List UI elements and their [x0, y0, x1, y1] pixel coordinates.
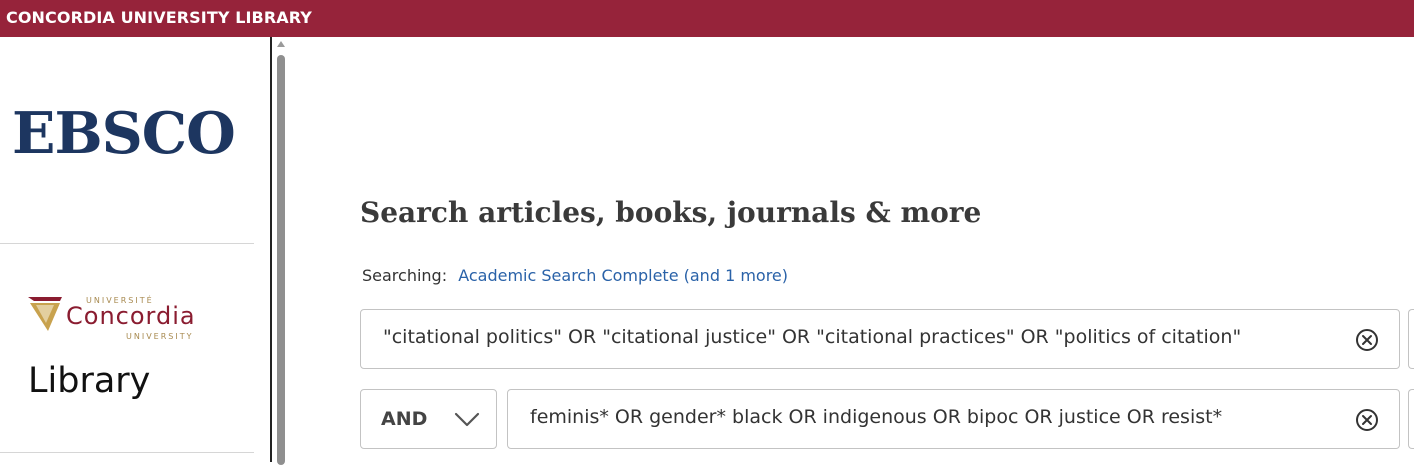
sidebar-scrollbar[interactable]	[274, 37, 288, 465]
search-field-select-partial[interactable]	[1408, 309, 1414, 369]
search-input-1[interactable]: "citational politics" OR "citational jus…	[360, 309, 1400, 369]
chevron-down-icon	[454, 412, 480, 427]
searching-row: Searching: Academic Search Complete (and…	[362, 266, 788, 285]
top-bar: CONCORDIA UNIVERSITY LIBRARY	[0, 0, 1414, 37]
library-title: CONCORDIA UNIVERSITY LIBRARY	[6, 8, 312, 27]
boolean-operator-value: AND	[381, 408, 428, 430]
search-input-2[interactable]: feminis* OR gender* black OR indigenous …	[507, 389, 1400, 449]
page-title: Search articles, books, journals & more	[360, 196, 982, 229]
search-input-value[interactable]: "citational politics" OR "citational jus…	[383, 326, 1241, 348]
clear-circle-x-icon[interactable]	[1355, 328, 1379, 352]
sidebar: EBSCO UNIVERSITÉ Concordia UNIVERSITY Li…	[0, 37, 272, 462]
scroll-up-arrow-icon[interactable]	[277, 41, 285, 47]
clear-circle-x-icon[interactable]	[1355, 408, 1379, 432]
divider	[0, 452, 254, 453]
ebsco-logo[interactable]: EBSCO	[12, 105, 236, 162]
concordia-logo[interactable]: UNIVERSITÉ Concordia UNIVERSITY	[26, 291, 236, 351]
concordia-bottom-text: UNIVERSITY	[126, 332, 194, 341]
search-field-select-partial[interactable]	[1408, 389, 1414, 449]
boolean-operator-select[interactable]: AND	[360, 389, 497, 449]
search-input-value[interactable]: feminis* OR gender* black OR indigenous …	[530, 406, 1222, 428]
library-label: Library	[28, 361, 151, 401]
scroll-thumb[interactable]	[277, 55, 285, 465]
searching-label: Searching:	[362, 266, 448, 285]
database-selection-link[interactable]: Academic Search Complete (and 1 more)	[458, 266, 788, 285]
concordia-shield-icon	[28, 297, 62, 331]
divider	[0, 243, 254, 244]
concordia-main-text: Concordia	[66, 302, 196, 330]
